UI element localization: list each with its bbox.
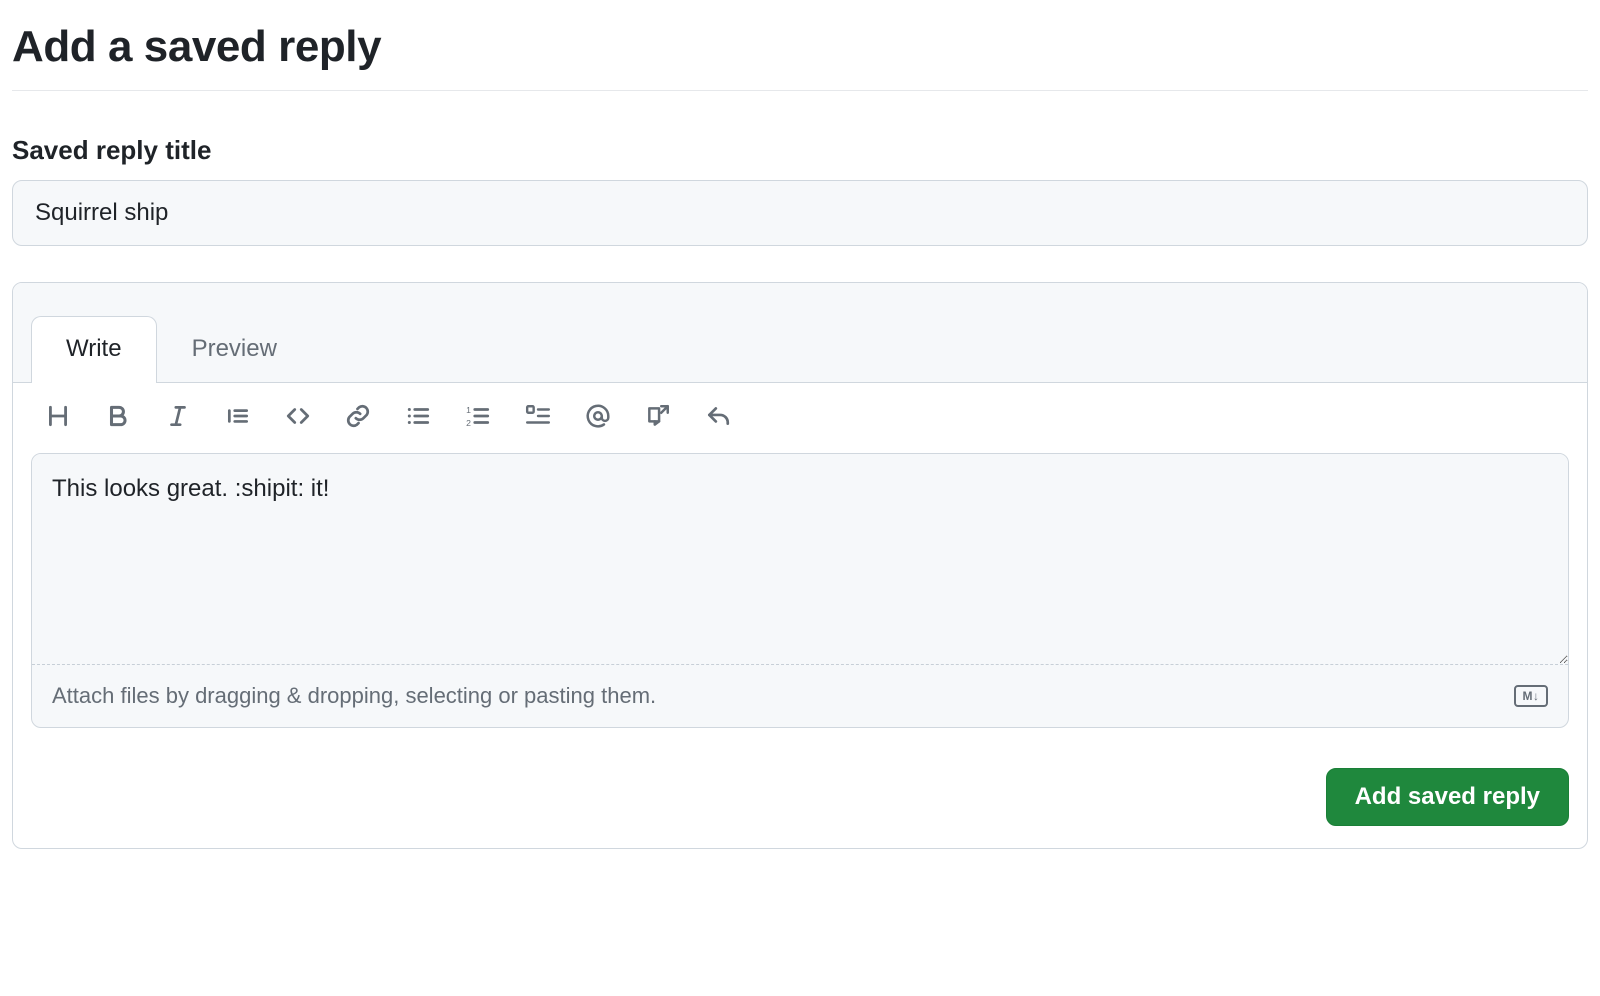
quote-icon[interactable] <box>221 399 255 433</box>
tab-write[interactable]: Write <box>31 316 157 383</box>
link-icon[interactable] <box>341 399 375 433</box>
mention-icon[interactable] <box>581 399 615 433</box>
editor: Write Preview <box>12 282 1588 849</box>
add-saved-reply-button[interactable]: Add saved reply <box>1326 768 1569 826</box>
editor-toolbar: 12 <box>13 383 1587 439</box>
title-input[interactable] <box>12 180 1588 246</box>
heading-icon[interactable] <box>41 399 75 433</box>
cross-reference-icon[interactable] <box>641 399 675 433</box>
body-textarea[interactable] <box>32 454 1568 664</box>
page-title: Add a saved reply <box>12 22 1588 72</box>
title-label: Saved reply title <box>12 135 1588 166</box>
ordered-list-icon[interactable]: 12 <box>461 399 495 433</box>
tab-preview[interactable]: Preview <box>157 316 312 383</box>
attach-dropzone[interactable]: Attach files by dragging & dropping, sel… <box>32 664 1568 727</box>
divider <box>12 90 1588 91</box>
unordered-list-icon[interactable] <box>401 399 435 433</box>
task-list-icon[interactable] <box>521 399 555 433</box>
code-icon[interactable] <box>281 399 315 433</box>
body-container: Attach files by dragging & dropping, sel… <box>31 453 1569 728</box>
editor-tabs: Write Preview <box>13 283 1587 383</box>
italic-icon[interactable] <box>161 399 195 433</box>
svg-text:1: 1 <box>466 405 471 415</box>
markdown-icon[interactable]: M↓ <box>1514 685 1548 707</box>
saved-reply-icon[interactable] <box>701 399 735 433</box>
attach-hint: Attach files by dragging & dropping, sel… <box>52 683 656 709</box>
bold-icon[interactable] <box>101 399 135 433</box>
svg-text:2: 2 <box>466 418 471 428</box>
